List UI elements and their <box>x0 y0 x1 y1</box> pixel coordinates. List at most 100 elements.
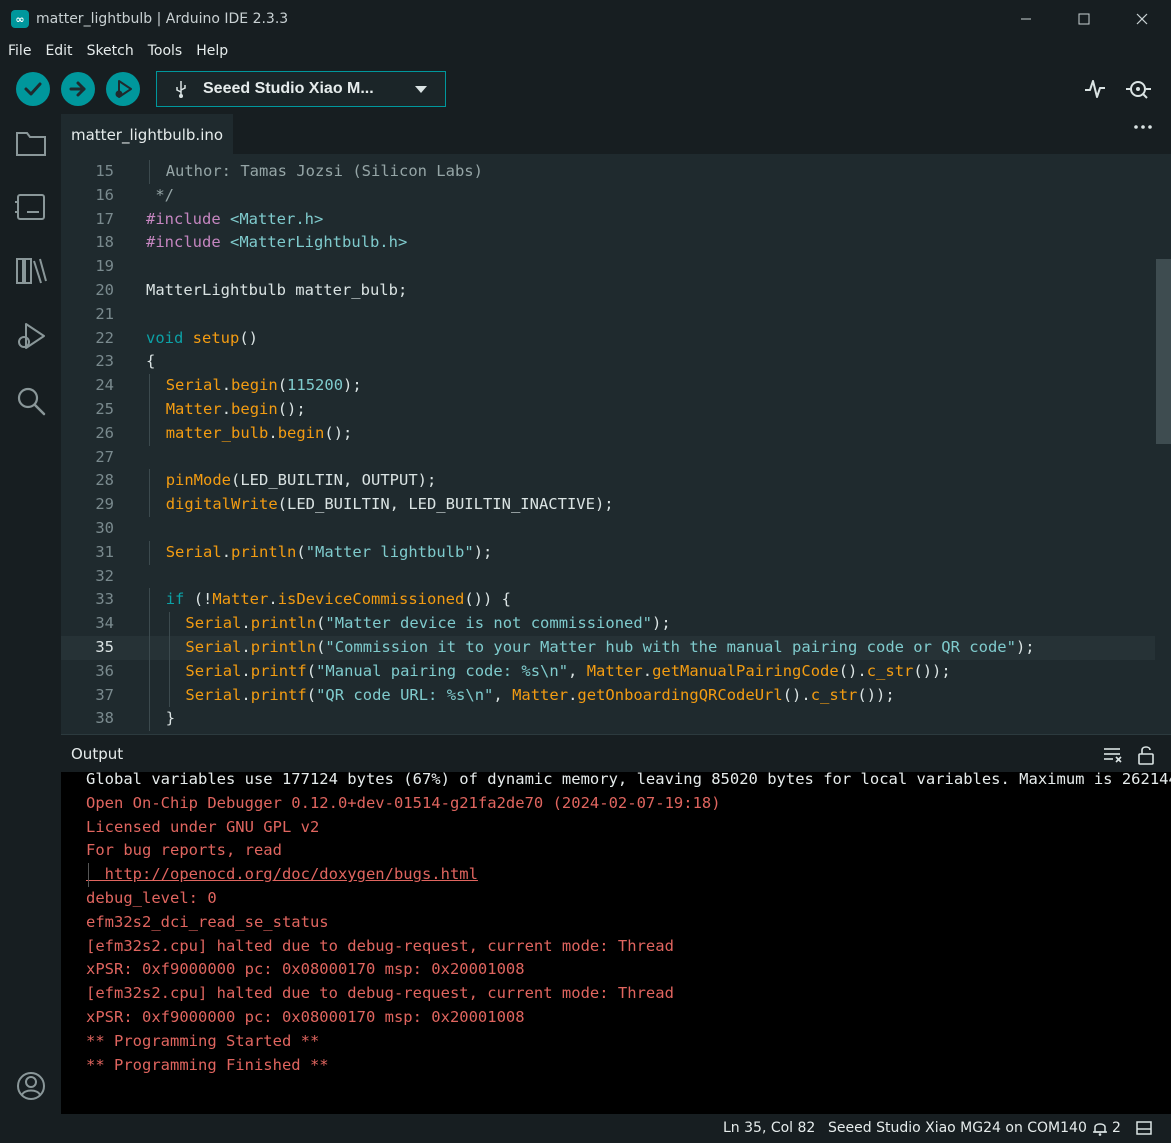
line-number: 36 <box>95 661 114 680</box>
code-line[interactable]: 27 <box>61 446 1155 470</box>
code-text: Serial.println("Matter device is not com… <box>185 612 670 636</box>
line-number: 31 <box>95 542 114 561</box>
code-token: ( <box>316 614 326 633</box>
code-line[interactable]: 35 Serial.println("Commission it to your … <box>61 636 1155 660</box>
cursor-position[interactable]: Ln 35, Col 82 <box>723 1120 815 1136</box>
code-editor[interactable]: 15 Author: Tamas Jozsi (Silicon Labs) 16 *… <box>61 154 1171 734</box>
code-text: { <box>146 350 155 374</box>
notifications-button[interactable]: 2 <box>1092 1120 1121 1136</box>
library-manager-button[interactable] <box>14 254 48 288</box>
line-number: 34 <box>95 614 114 633</box>
code-line[interactable]: 22 void setup() <box>61 327 1155 351</box>
code-text: #include <Matter.h> <box>146 208 323 232</box>
code-line[interactable]: 21 <box>61 303 1155 327</box>
output-console[interactable]: Global variables use 177124 bytes (67%) … <box>61 772 1171 1114</box>
code-line[interactable]: 16 */ <box>61 184 1155 208</box>
code-line[interactable]: 24 Serial.begin(115200); <box>61 374 1155 398</box>
indent-guide <box>168 636 170 660</box>
code-token: (). <box>782 685 811 704</box>
code-line[interactable]: 18 #include <MatterLightbulb.h> <box>61 231 1155 255</box>
code-text: if (!Matter.isDeviceCommissioned()) { <box>166 588 511 612</box>
debug-icon <box>115 80 132 98</box>
menu-sketch[interactable]: Sketch <box>79 43 140 59</box>
code-text: Serial.printf("Manual pairing code: %s\n… <box>185 660 950 684</box>
output-link[interactable]: http://openocd.org/doc/doxygen/bugs.html <box>86 863 478 887</box>
code-line[interactable]: 36 Serial.printf("Manual pairing code: %s… <box>61 659 1155 684</box>
code-line[interactable]: 26 matter_bulb.begin(); <box>61 421 1155 446</box>
board-selector[interactable]: Seeed Studio Xiao M... <box>156 71 446 107</box>
menu-help[interactable]: Help <box>188 43 234 59</box>
code-token: c_str <box>866 661 914 680</box>
serial-plotter-button[interactable] <box>1080 74 1110 104</box>
code-line[interactable]: 19 <box>61 255 1155 279</box>
upload-button[interactable] <box>61 72 95 106</box>
code-token: begin <box>231 400 278 418</box>
code-line[interactable]: 31 Serial.println("Matter lightbulb"); <box>61 540 1155 565</box>
board-port-status[interactable]: Seeed Studio Xiao MG24 on COM140 <box>828 1120 1087 1136</box>
menu-file[interactable]: File <box>0 43 37 59</box>
sketchbook-button[interactable] <box>14 126 48 160</box>
code-line[interactable]: 29 digitalWrite(LED_BUILTIN, LED_BUILTIN_… <box>61 493 1155 517</box>
code-token: getManualPairingCode <box>652 661 839 680</box>
debug-view-button[interactable] <box>14 319 48 353</box>
verify-button[interactable] <box>16 72 50 106</box>
bell-icon <box>1093 1123 1107 1136</box>
code-line[interactable]: 20 MatterLightbulb matter_bulb; <box>61 279 1155 303</box>
close-icon <box>1136 13 1148 25</box>
code-token: Serial <box>185 685 242 704</box>
editor-scrollbar[interactable] <box>1156 154 1171 734</box>
code-line[interactable]: 15 Author: Tamas Jozsi (Silicon Labs) <box>61 160 1155 184</box>
maximize-button[interactable] <box>1055 0 1113 38</box>
code-token: <Matter.h> <box>230 209 324 228</box>
menu-tools[interactable]: Tools <box>140 43 189 59</box>
minimize-button[interactable] <box>997 0 1055 38</box>
output-line: efm32s2_dci_read_se_status <box>86 912 329 931</box>
tab-matter-lightbulb[interactable]: matter_lightbulb.ino <box>61 114 234 154</box>
boards-manager-button[interactable] <box>14 190 48 224</box>
line-number: 32 <box>95 566 114 585</box>
code-line[interactable]: 23 { <box>61 350 1155 374</box>
line-number: 37 <box>95 685 114 704</box>
code-token: { <box>146 352 156 371</box>
code-token: println <box>231 542 297 561</box>
toolbar: Seeed Studio Xiao M... <box>0 64 1171 114</box>
debug-button[interactable] <box>106 72 140 106</box>
search-button[interactable] <box>14 384 48 418</box>
code-token: (! <box>193 590 213 609</box>
code-text: Serial.println("Matter lightbulb"); <box>166 541 493 565</box>
code-token: () <box>239 328 259 347</box>
clear-output-button[interactable] <box>1102 744 1124 766</box>
code-line[interactable]: 25 Matter.begin(); <box>61 398 1155 422</box>
line-number: 23 <box>95 352 114 371</box>
code-line[interactable]: 34 Serial.println("Matter device is not c… <box>61 612 1155 636</box>
account-button[interactable] <box>14 1069 48 1103</box>
code-token: <MatterLightbulb.h> <box>230 233 408 252</box>
code-token: . <box>241 661 251 680</box>
editor-scrollbar-thumb[interactable] <box>1156 259 1171 444</box>
code-line[interactable]: 30 <box>61 517 1155 541</box>
code-line[interactable]: 28 pinMode(LED_BUILTIN, OUTPUT); <box>61 469 1155 494</box>
code-line[interactable]: 37 Serial.printf("QR code URL: %s\n", Mat… <box>61 683 1155 708</box>
code-text: Matter.begin(); <box>166 398 306 422</box>
code-line[interactable]: 17 #include <Matter.h> <box>61 208 1155 232</box>
code-token: Matter <box>165 400 222 418</box>
code-line[interactable]: 38} <box>61 707 1155 732</box>
verify-icon <box>24 82 42 96</box>
serial-monitor-button[interactable] <box>1124 74 1154 104</box>
code-token: c_str <box>810 685 858 704</box>
code-token: , <box>568 661 587 680</box>
code-line[interactable]: 33 if (!Matter.isDeviceCommissioned()) { <box>61 588 1155 613</box>
menu-edit[interactable]: Edit <box>37 43 78 59</box>
code-line[interactable]: 32 <box>61 565 1155 589</box>
code-token: Serial <box>165 376 222 395</box>
indent-guide <box>149 374 150 398</box>
close-window-button[interactable] <box>1113 0 1171 38</box>
code-token: #include <box>146 233 230 252</box>
line-number: 33 <box>95 590 114 609</box>
code-text: #include <MatterLightbulb.h> <box>146 231 407 255</box>
code-token: . <box>241 614 251 633</box>
code-token: . <box>268 423 278 442</box>
toggle-panel-button[interactable] <box>1136 1121 1152 1135</box>
more-actions-icon[interactable] <box>1133 124 1153 130</box>
lock-scroll-button[interactable] <box>1135 744 1157 766</box>
